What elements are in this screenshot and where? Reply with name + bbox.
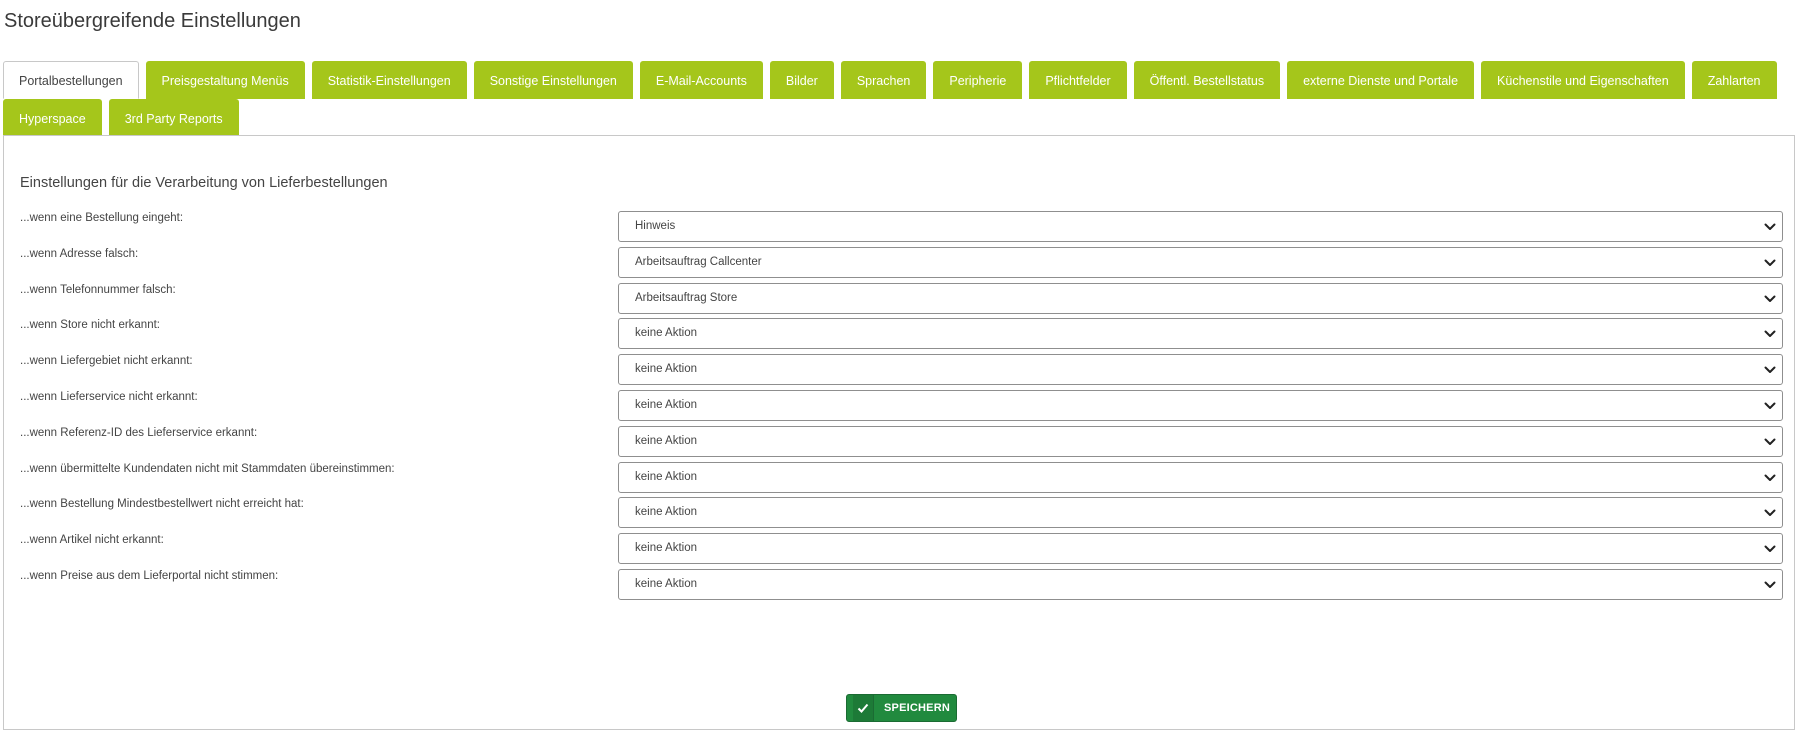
action-select[interactable]: keine Aktion [618,354,1783,386]
select-value: keine Aktion [635,363,698,376]
tab-portalbestellungen[interactable]: Portalbestellungen [3,61,139,99]
chevron-down-icon [1763,506,1777,520]
tab-sonstige-einstellungen[interactable]: Sonstige Einstellungen [473,61,633,99]
setting-label: ...wenn Adresse falsch: [20,247,139,260]
tab-sprachen[interactable]: Sprachen [840,61,927,99]
check-icon [853,695,875,721]
setting-label: ...wenn Referenz-ID des Lieferservice er… [20,426,258,439]
setting-label: ...wenn Lieferservice nicht erkannt: [20,391,198,403]
setting-label: ...wenn Store nicht erkannt: [20,319,160,332]
chevron-down-icon [1763,292,1777,306]
setting-label: ...wenn Telefonnummer falsch: [20,283,176,296]
chevron-down-icon [1763,220,1777,234]
select-value: keine Aktion [635,506,698,519]
tab-pflichtfelder[interactable]: Pflichtfelder [1029,61,1127,99]
tab-externe-dienste-und-portale[interactable]: externe Dienste und Portale [1287,61,1475,99]
setting-row: ...wenn Lieferservice nicht erkannt: kei… [4,390,1794,422]
select-value: keine Aktion [635,470,698,483]
action-select[interactable]: Arbeitsauftrag Callcenter [618,246,1783,278]
action-select[interactable]: keine Aktion [618,533,1783,565]
select-value: keine Aktion [635,434,698,447]
action-select[interactable]: keine Aktion [618,461,1783,493]
action-select[interactable]: Arbeitsauftrag Store [618,282,1783,314]
action-select[interactable]: keine Aktion [618,390,1783,421]
setting-row: ...wenn eine Bestellung eingeht: Hinweis [4,211,1794,243]
setting-row: ...wenn Liefergebiet nicht erkannt: kein… [4,354,1794,386]
setting-row: ...wenn Bestellung Mindestbestellwert ni… [4,497,1794,529]
chevron-down-icon [1763,363,1777,377]
settings-panel: Einstellungen für die Verarbeitung von L… [3,135,1795,730]
setting-row: ...wenn Referenz-ID des Lieferservice er… [4,425,1794,458]
setting-row: ...wenn Preise aus dem Lieferportal nich… [4,569,1794,601]
tab-statistik-einstellungen[interactable]: Statistik-Einstellungen [311,61,467,99]
action-select[interactable]: Hinweis [618,211,1783,242]
chevron-down-icon [1763,471,1777,485]
tab-öffentl-bestellstatus[interactable]: Öffentl. Bestellstatus [1133,61,1281,99]
select-value: keine Aktion [635,578,698,590]
action-select[interactable]: keine Aktion [618,318,1783,350]
setting-label: ...wenn Artikel nicht erkannt: [20,534,164,547]
select-value: Hinweis [635,220,676,232]
setting-label: ...wenn Preise aus dem Lieferportal nich… [20,570,279,582]
tab-bar: Portalbestellungen Preisgestaltung Menüs S… [3,61,1793,137]
select-value: keine Aktion [635,327,698,340]
chevron-down-icon [1763,578,1777,592]
tab-küchenstile-und-eigenschaften[interactable]: Küchenstile und Eigenschaften [1481,61,1685,99]
select-value: keine Aktion [635,542,698,555]
setting-row: ...wenn Telefonnummer falsch: Arbeitsauf… [4,282,1794,315]
tab-preisgestaltung-menüs[interactable]: Preisgestaltung Menüs [145,61,305,99]
chevron-down-icon [1763,542,1777,556]
save-button-label: SPEICHERN [884,702,950,714]
action-select[interactable]: keine Aktion [618,425,1783,457]
setting-label: ...wenn Bestellung Mindestbestellwert ni… [20,498,304,511]
setting-row: ...wenn Adresse falsch: Arbeitsauftrag C… [4,246,1794,279]
setting-row: ...wenn Artikel nicht erkannt: keine Akt… [4,533,1794,565]
chevron-down-icon [1763,327,1777,341]
chevron-down-icon [1763,435,1777,449]
setting-row: ...wenn übermittelte Kundendaten nicht m… [4,461,1794,494]
settings-page: Storeübergreifende Einstellungen Portalb… [0,0,1800,749]
tab-bilder[interactable]: Bilder [769,61,834,99]
action-select[interactable]: keine Aktion [618,569,1783,600]
tab-e-mail-accounts[interactable]: E-Mail-Accounts [639,61,763,99]
select-value: Arbeitsauftrag Store [635,291,738,304]
tab-zahlarten[interactable]: Zahlarten [1691,61,1777,99]
tab-peripherie[interactable]: Peripherie [933,61,1023,99]
tab-3rd-party-reports[interactable]: 3rd Party Reports [108,99,239,137]
tab-hyperspace[interactable]: Hyperspace [3,99,102,137]
page-title: Storeübergreifende Einstellungen [4,10,301,32]
setting-row: ...wenn Store nicht erkannt: keine Aktio… [4,318,1794,350]
chevron-down-icon [1763,399,1777,413]
chevron-down-icon [1763,256,1777,270]
setting-label: ...wenn übermittelte Kundendaten nicht m… [20,462,395,475]
select-value: Arbeitsauftrag Callcenter [635,255,762,268]
panel-title: Einstellungen für die Verarbeitung von L… [20,175,388,191]
setting-label: ...wenn Liefergebiet nicht erkannt: [20,355,193,368]
setting-label: ...wenn eine Bestellung eingeht: [20,212,184,224]
action-select[interactable]: keine Aktion [618,497,1783,529]
save-button[interactable]: SPEICHERN [846,694,957,722]
select-value: keine Aktion [635,399,698,411]
